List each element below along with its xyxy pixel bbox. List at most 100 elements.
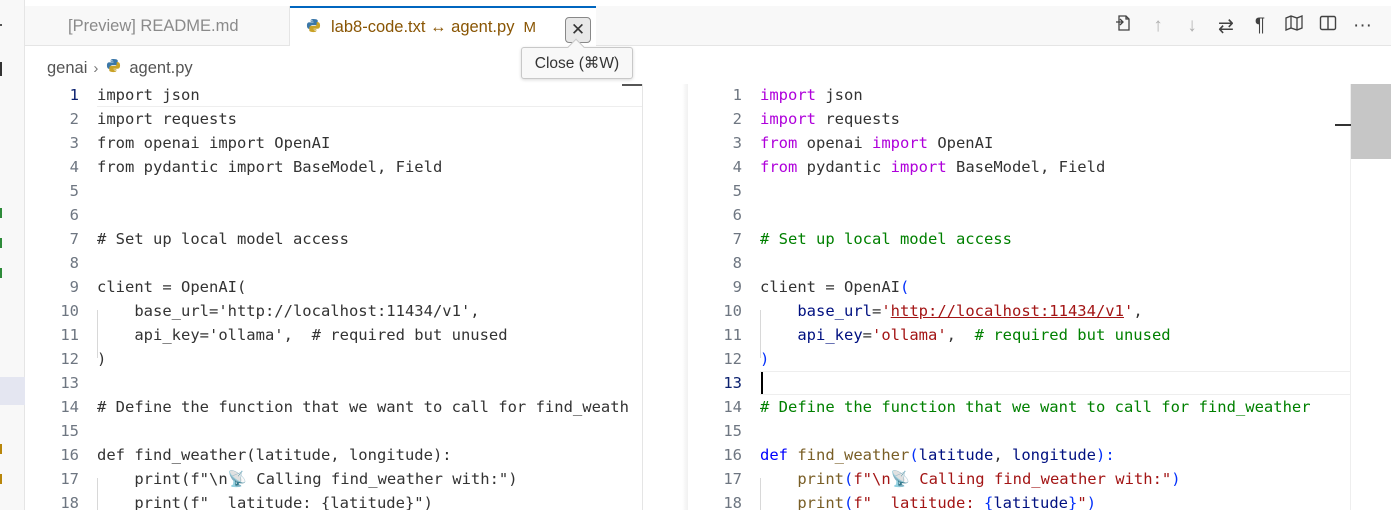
bracket: ) [1171, 470, 1181, 488]
code-text: # Set up local model access [97, 230, 349, 248]
string: " [1077, 494, 1087, 510]
line-number: 15 [723, 422, 742, 440]
code-line[interactable]: 1 import json [25, 84, 642, 107]
identifier: OpenAI [927, 134, 994, 152]
line-number: 18 [723, 494, 742, 510]
python-file-icon [306, 18, 321, 38]
string: f"\n📡 Calling find_weather with:" [853, 470, 1172, 488]
comment: # required but unused [974, 326, 1171, 344]
code-line[interactable]: 8 [25, 251, 642, 275]
code-line[interactable]: 17 print(f"\n📡 Calling find_weather with… [688, 467, 1350, 491]
overview-ruler[interactable] [1335, 84, 1391, 510]
code-line[interactable]: 3 from openai import OpenAI [688, 131, 1350, 155]
activity-marker [0, 62, 2, 76]
code-line[interactable]: 2 import requests [688, 107, 1350, 131]
string: ' [1123, 302, 1134, 320]
code-line[interactable]: 15 [25, 419, 642, 443]
punctuation: , [1133, 302, 1143, 320]
tab-agent-diff[interactable]: lab8-code.txt ↔ agent.py M ✕ [290, 6, 596, 47]
code-line[interactable]: 14 # Define the function that we want to … [688, 395, 1350, 419]
parameter: latitude [918, 446, 994, 464]
line-number: 17 [723, 470, 742, 488]
line-number: 7 [732, 230, 742, 248]
code-line[interactable]: 13 [25, 371, 642, 395]
open-changes-icon[interactable] [1115, 14, 1133, 38]
keyword: import [760, 110, 816, 128]
toggle-inline-view-icon[interactable] [1285, 14, 1303, 38]
python-file-icon [106, 58, 121, 78]
code-line[interactable]: 9 client = OpenAI( [25, 275, 642, 299]
code-line[interactable]: 5 [688, 179, 1350, 203]
breadcrumb-file[interactable]: agent.py [129, 59, 192, 78]
code-line[interactable]: 16 def find_weather(latitude, longitude): [688, 443, 1350, 467]
previous-change-icon[interactable]: ↑ [1149, 15, 1167, 37]
code-line[interactable]: 18 print(f" latitude: {latitude}") [688, 491, 1350, 510]
modified-editor-pane[interactable]: 1 import json 2 import requests 3 from open… [688, 84, 1350, 510]
code-line[interactable]: 14 # Define the function that we want to … [25, 395, 642, 419]
line-number: 12 [723, 350, 742, 368]
diff-pane-separator [642, 84, 688, 510]
code-text: print(f" latitude: {latitude}") [97, 494, 433, 510]
code-line[interactable]: 8 [688, 251, 1350, 275]
code-text: base_url='http://localhost:11434/v1', [97, 302, 480, 320]
git-added-marker [0, 268, 2, 278]
code-line[interactable]: 2 import requests [25, 107, 642, 131]
line-number: 8 [69, 254, 79, 272]
code-line[interactable]: 12) [688, 347, 1350, 371]
chevron-right-icon: › [93, 59, 99, 77]
code-line[interactable]: 6 [688, 203, 1350, 227]
swap-sides-icon[interactable]: ⇄ [1217, 15, 1235, 38]
code-line[interactable]: 15 [688, 419, 1350, 443]
line-number: 7 [69, 230, 79, 248]
code-line[interactable]: 4 from pydantic import BaseModel, Field [688, 155, 1350, 179]
next-change-icon[interactable]: ↓ [1183, 15, 1201, 37]
tab-readme-preview[interactable]: [Preview] README.md [25, 6, 290, 46]
code-line[interactable]: 11 api_key='ollama', # required but unus… [25, 323, 642, 347]
code-line[interactable]: 10 base_url='http://localhost:11434/v1', [25, 299, 642, 323]
line-number: 12 [60, 350, 79, 368]
bracket: ( [844, 470, 854, 488]
original-editor-pane[interactable]: 1 import json 2 import requests 3 from open… [25, 84, 642, 510]
more-actions-icon[interactable]: ··· [1353, 15, 1372, 37]
code-line[interactable]: 12) [25, 347, 642, 371]
tab-label: lab8-code.txt ↔ agent.py [331, 18, 515, 36]
line-number: 9 [69, 278, 79, 296]
code-line[interactable]: 18 print(f" latitude: {latitude}") [25, 491, 642, 510]
code-line[interactable]: 4 from pydantic import BaseModel, Field [25, 155, 642, 179]
code-line-current[interactable]: 13 [688, 371, 1350, 395]
show-whitespace-icon[interactable]: ¶ [1251, 15, 1269, 37]
code-text: print(f"\n📡 Calling find_weather with:") [97, 470, 518, 488]
code-line[interactable]: 17 print(f"\n📡 Calling find_weather with… [25, 467, 642, 491]
code-line[interactable]: 1 import json [688, 84, 1350, 107]
code-line[interactable]: 6 [25, 203, 642, 227]
code-line[interactable]: 10 base_url='http://localhost:11434/v1', [688, 299, 1350, 323]
string: 'ollama' [872, 326, 947, 344]
comment: # Define the function that we want to ca… [760, 398, 1311, 416]
code-text: from pydantic import BaseModel, Field [97, 158, 443, 176]
code-line[interactable]: 3 from openai import OpenAI [25, 131, 642, 155]
breadcrumb-folder[interactable]: genai [47, 59, 87, 78]
code-line[interactable]: 7 # Set up local model access [25, 227, 642, 251]
string: ' [881, 302, 891, 320]
identifier: BaseModel, Field [946, 158, 1106, 176]
editor-actions: ↑ ↓ ⇄ ¶ ··· [1115, 6, 1372, 46]
bracket: ( [844, 494, 854, 510]
code-line[interactable]: 9 client = OpenAI( [688, 275, 1350, 299]
line-number: 6 [69, 206, 79, 224]
activity-selected-item[interactable] [0, 377, 25, 405]
code-line[interactable]: 16 def find_weather(latitude, longitude): [25, 443, 642, 467]
line-number: 3 [732, 134, 742, 152]
identifier: json [816, 86, 863, 104]
parameter: api_key [760, 326, 863, 344]
original-scrollbar[interactable] [622, 84, 642, 87]
code-line[interactable]: 11 api_key='ollama', # required but unus… [688, 323, 1350, 347]
scrollbar-thumb[interactable] [1351, 84, 1391, 159]
url-link[interactable]: http://localhost:11434/v1 [891, 302, 1124, 320]
line-number: 16 [723, 446, 742, 464]
code-text: ) [97, 350, 107, 368]
bracket: } [1068, 494, 1078, 510]
code-line[interactable]: 5 [25, 179, 642, 203]
split-editor-icon[interactable] [1319, 14, 1337, 38]
code-line[interactable]: 7 # Set up local model access [688, 227, 1350, 251]
close-icon[interactable]: ✕ [565, 17, 591, 43]
